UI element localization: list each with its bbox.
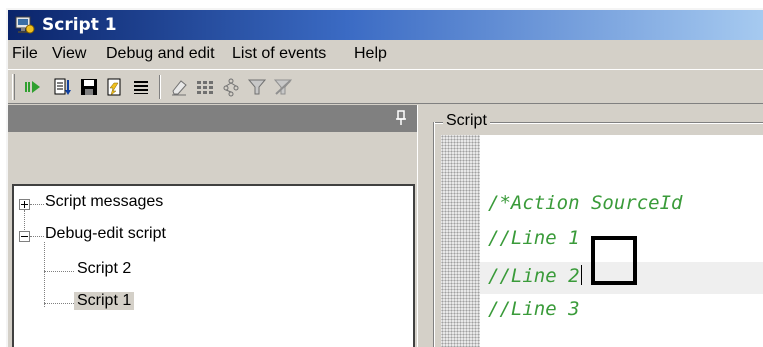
list-icon[interactable] bbox=[131, 77, 151, 97]
group-border bbox=[433, 122, 435, 347]
highlight-box bbox=[591, 236, 637, 285]
tree-node-script-1[interactable]: Script 1 bbox=[74, 292, 135, 310]
text-caret bbox=[580, 265, 582, 285]
tree-node-debug-edit-script[interactable]: Debug-edit script bbox=[45, 225, 166, 243]
code-line-current[interactable]: //Line 2 bbox=[488, 265, 582, 287]
save-icon[interactable] bbox=[79, 77, 99, 97]
menu-debug-and-edit[interactable]: Debug and edit bbox=[106, 45, 215, 63]
menu-bar: File View Debug and edit List of events … bbox=[8, 40, 763, 69]
script-panel: Script /*Action SourceId //Line 1 //Line… bbox=[425, 105, 763, 347]
tree-connector bbox=[44, 242, 45, 307]
collapse-icon[interactable] bbox=[19, 231, 30, 242]
toolbar-grip[interactable] bbox=[12, 74, 15, 100]
eraser-icon[interactable] bbox=[169, 77, 189, 97]
run-icon[interactable] bbox=[22, 77, 42, 97]
toolbar bbox=[8, 69, 763, 104]
dock-panel-header bbox=[8, 105, 417, 132]
pin-icon[interactable] bbox=[395, 110, 407, 126]
filter-icon[interactable] bbox=[247, 77, 267, 97]
script-window: Script 1 File View Debug and edit List o… bbox=[6, 8, 763, 347]
panel-splitter[interactable] bbox=[417, 105, 425, 347]
code-line[interactable]: /*Action SourceId bbox=[488, 192, 682, 214]
expand-icon[interactable] bbox=[19, 199, 30, 210]
toolbar-separator bbox=[159, 75, 161, 99]
grid-icon[interactable] bbox=[195, 77, 215, 97]
tree-connector bbox=[24, 210, 25, 230]
dock-panel-body: Script messages Debug-edit script Script… bbox=[8, 132, 417, 347]
tree-connector bbox=[30, 204, 44, 205]
new-icon[interactable] bbox=[105, 77, 125, 97]
menu-view[interactable]: View bbox=[52, 45, 86, 63]
title-bar: Script 1 bbox=[8, 10, 763, 40]
window-title: Script 1 bbox=[42, 15, 117, 35]
script-group-title: Script bbox=[443, 112, 490, 130]
step-icon[interactable] bbox=[53, 77, 73, 97]
code-line[interactable]: //Line 1 bbox=[488, 227, 580, 249]
menu-file[interactable]: File bbox=[12, 45, 38, 63]
menu-help[interactable]: Help bbox=[354, 45, 387, 63]
code-line[interactable]: //Line 3 bbox=[488, 298, 580, 320]
app-icon bbox=[15, 15, 35, 35]
tree-connector bbox=[30, 236, 44, 237]
event-tree: Script messages Debug-edit script Script… bbox=[12, 184, 415, 347]
tree-node-script-2[interactable]: Script 2 bbox=[77, 260, 131, 278]
tree-connector bbox=[44, 271, 74, 272]
tree-node-script-messages[interactable]: Script messages bbox=[45, 193, 163, 211]
menu-list-of-events[interactable]: List of events bbox=[232, 45, 326, 63]
filter-disabled-icon[interactable] bbox=[273, 77, 293, 97]
code-line-text: //Line 2 bbox=[488, 265, 580, 287]
editor-gutter bbox=[441, 135, 480, 347]
tree-icon[interactable] bbox=[221, 77, 241, 97]
tree-connector bbox=[44, 303, 74, 304]
